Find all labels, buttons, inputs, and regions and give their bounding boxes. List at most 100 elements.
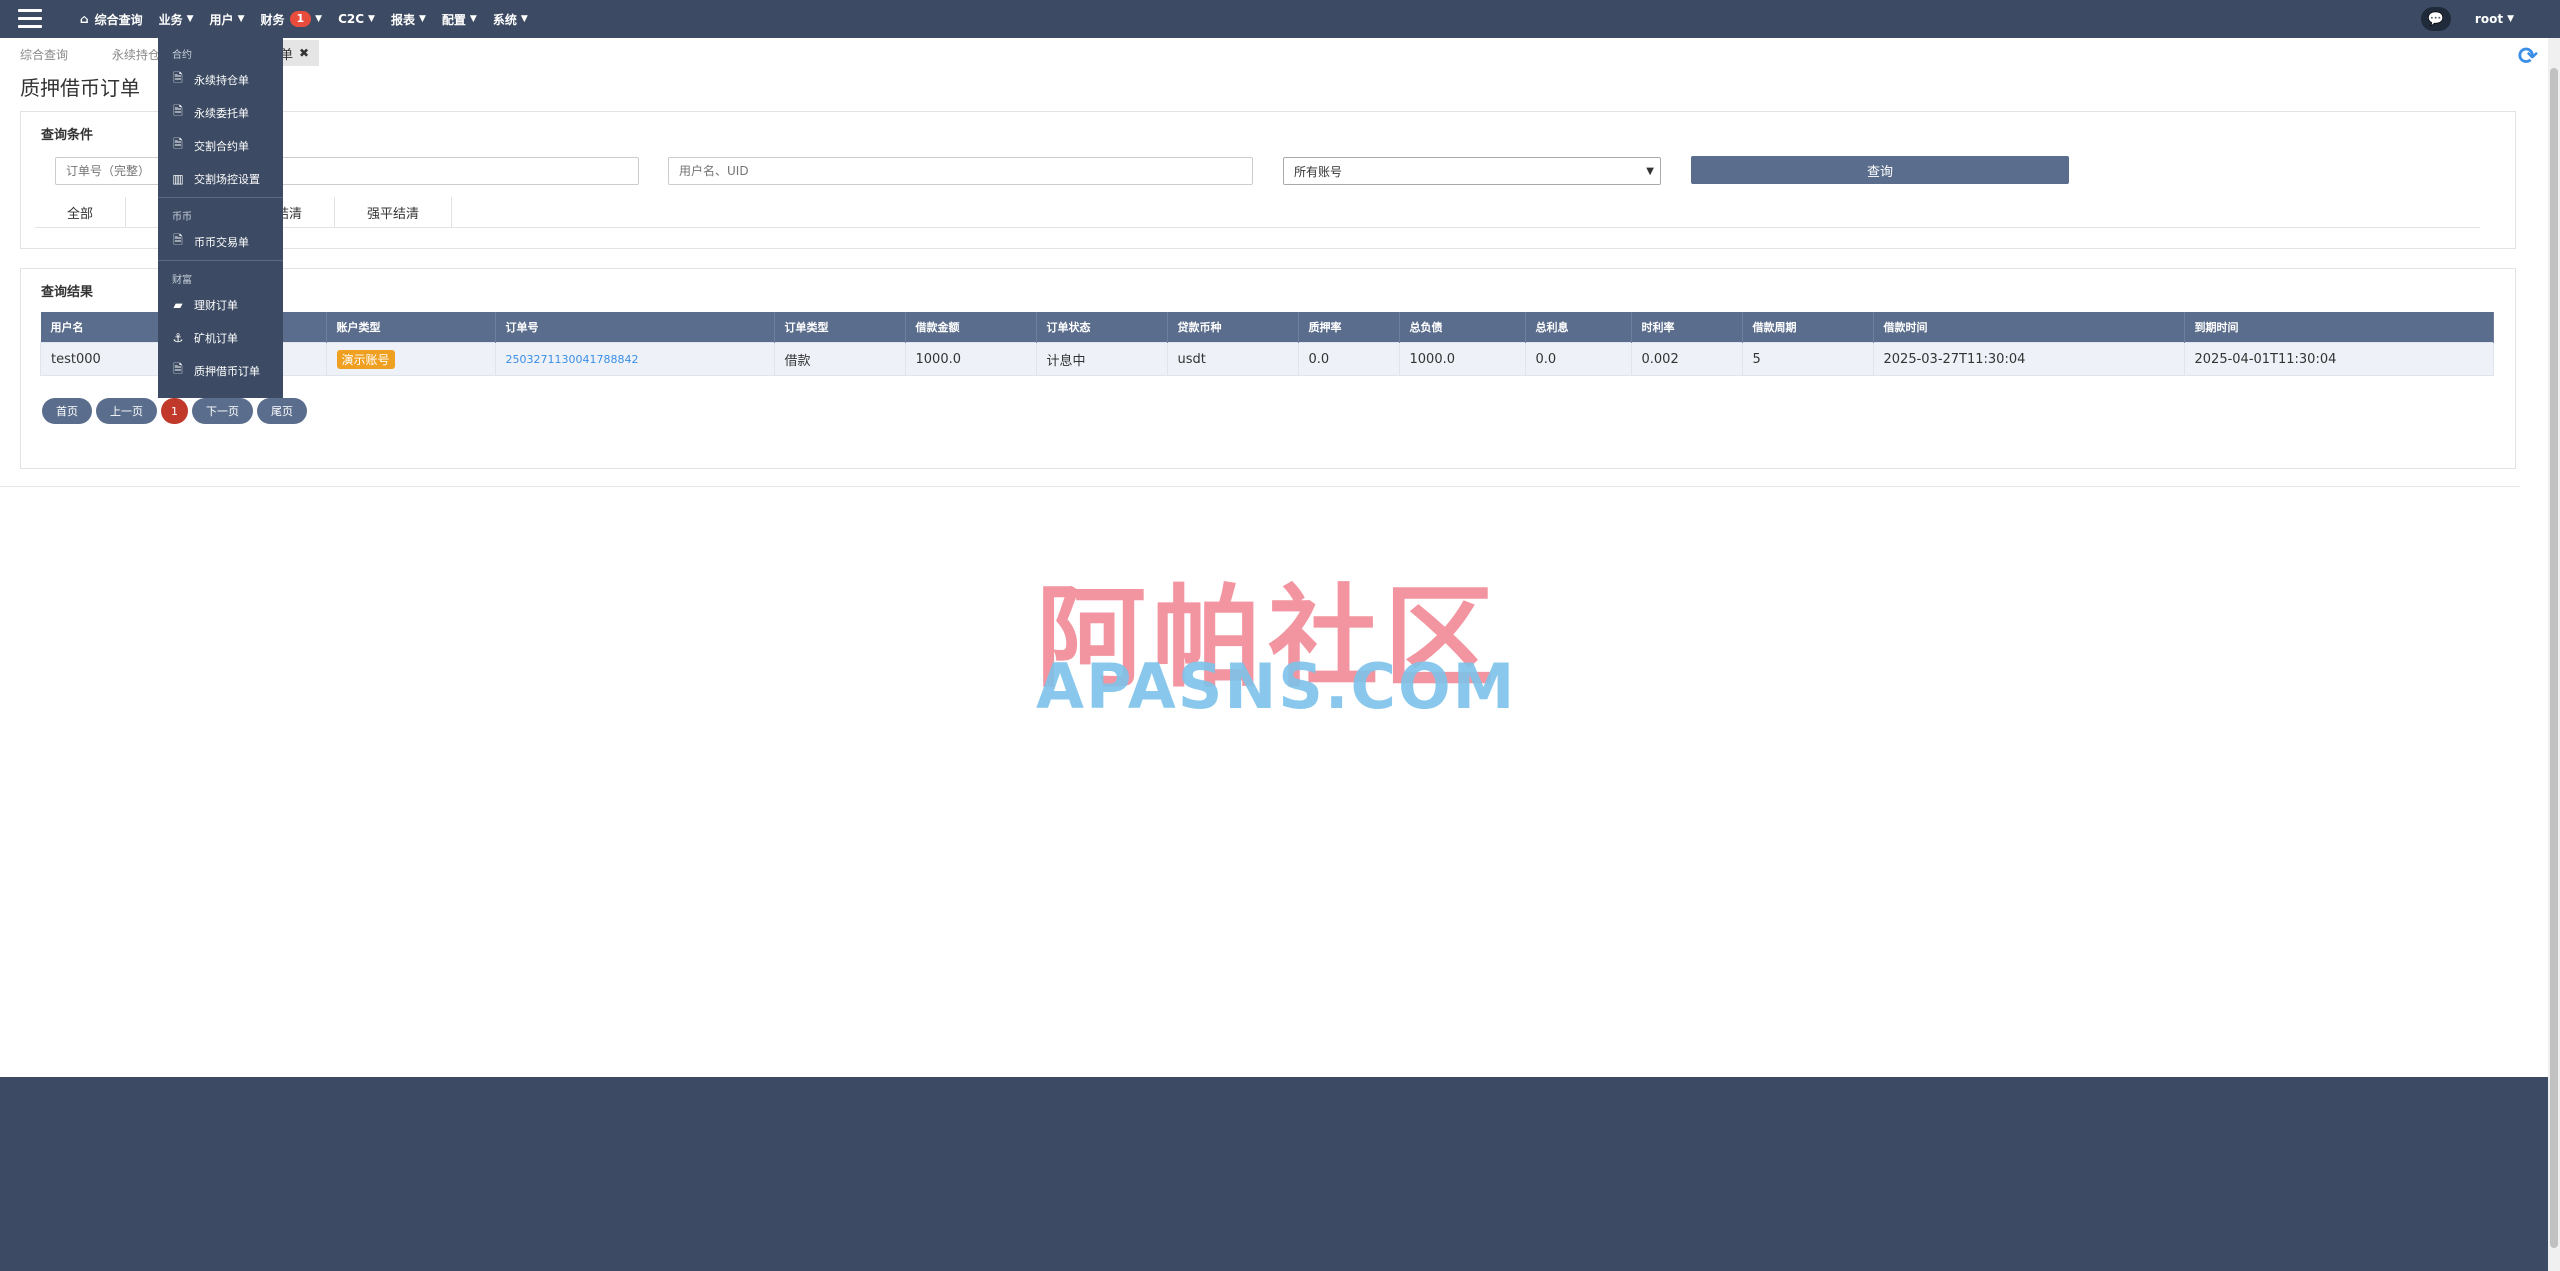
- account-select[interactable]: 所有账号 ▼: [1283, 157, 1661, 185]
- top-navbar: ⌂ 综合查询 业务 ▼ 用户 ▼ 财务 1 ▼ C2C ▼ 报表 ▼ 配置 ▼ 系统 ▼ 💬…: [0, 0, 2560, 38]
- vertical-scrollbar[interactable]: [2548, 38, 2560, 1271]
- cell-currency: usdt: [1166, 342, 1299, 376]
- caret-down-icon: ▼: [469, 14, 477, 24]
- page-title: 质押借币订单: [20, 76, 140, 100]
- document-icon: 🗎: [173, 71, 183, 85]
- menu-item-delivery-control[interactable]: ▥ 交割场控设置: [158, 162, 283, 195]
- document-icon: 🗎: [173, 137, 183, 151]
- refresh-icon[interactable]: ⟳: [2518, 42, 2538, 70]
- col-header: 借款时间: [1873, 312, 2185, 343]
- nav-label: 财务: [260, 12, 285, 27]
- menu-item-spot-orders[interactable]: 🗎 币币交易单: [158, 225, 283, 258]
- nav-label: 报表: [390, 12, 415, 27]
- menu-group-title: 合约: [172, 50, 192, 61]
- scrollbar-thumb[interactable]: [2550, 68, 2558, 1248]
- nav-right: 💬 root ▼: [2420, 0, 2530, 38]
- nav-finance[interactable]: 财务 1 ▼: [260, 11, 322, 28]
- menu-item-perpetual-orders[interactable]: 🗎 永续委托单: [158, 96, 283, 129]
- caret-down-icon: ▼: [418, 14, 426, 24]
- document-icon: 🗎: [173, 362, 183, 376]
- nav-label: 综合查询: [94, 12, 143, 27]
- nav-home[interactable]: ⌂ 综合查询: [80, 11, 143, 28]
- table-icon: ▥: [172, 171, 184, 186]
- filter-tab-liquidated[interactable]: 强平结清: [335, 197, 453, 227]
- menu-toggle-icon[interactable]: [18, 9, 42, 29]
- col-header: 时利率: [1631, 312, 1743, 343]
- document-icon: 🗎: [173, 233, 183, 247]
- demo-account-badge: 演示账号: [336, 349, 395, 369]
- menu-group-title: 币币: [172, 212, 192, 223]
- menu-item-label: 交割场控设置: [194, 172, 260, 186]
- watermark-en: APASNS.COM: [1036, 650, 1517, 723]
- notification-badge: 1: [289, 11, 312, 27]
- menu-divider: [158, 197, 283, 198]
- menu-divider: [158, 260, 283, 261]
- menu-item-label: 矿机订单: [194, 331, 238, 345]
- divider: [0, 486, 2520, 487]
- nav-users[interactable]: 用户 ▼: [210, 11, 245, 28]
- chevron-down-icon: ▼: [1646, 165, 1654, 177]
- result-panel-title: 查询结果: [41, 285, 94, 300]
- nav-label: 用户: [209, 12, 234, 27]
- close-icon[interactable]: ✖: [299, 46, 309, 60]
- nav-reports[interactable]: 报表 ▼: [391, 11, 426, 28]
- result-table: 用户名 账户类型 订单号 订单类型 借款金额 订单状态 贷款币种 质押率 总负债…: [40, 312, 2494, 376]
- next-page-button[interactable]: 下一页: [192, 398, 253, 424]
- col-header: 贷款币种: [1167, 312, 1299, 343]
- first-page-button[interactable]: 首页: [42, 398, 92, 424]
- menu-item-label: 币币交易单: [194, 235, 249, 249]
- caret-down-icon: ▼: [368, 14, 375, 24]
- menu-item-pledge-loan-orders[interactable]: 🗎 质押借币订单: [158, 354, 283, 387]
- cell-order-no[interactable]: 2503271130041788842: [494, 342, 775, 376]
- user-search-input[interactable]: [668, 157, 1253, 185]
- last-page-button[interactable]: 尾页: [257, 398, 307, 424]
- order-link[interactable]: 2503271130041788842: [506, 353, 639, 366]
- breadcrumb-item[interactable]: 综合查询: [20, 48, 68, 62]
- col-header: 借款金额: [905, 312, 1037, 343]
- caret-down-icon: ▼: [237, 14, 245, 24]
- cell-pledge-rate: 0.0: [1297, 342, 1400, 376]
- caret-down-icon: ▼: [2507, 14, 2514, 24]
- status-filter-tabs: 全部 还结清 强平结清: [35, 197, 2480, 228]
- prev-page-button[interactable]: 上一页: [96, 398, 157, 424]
- nav-system[interactable]: 系统 ▼: [493, 11, 528, 28]
- col-header: 总负债: [1399, 312, 1526, 343]
- breadcrumb-item[interactable]: 永续持仓: [112, 48, 160, 62]
- nav-c2c[interactable]: C2C ▼: [338, 12, 375, 26]
- cell-period: 5: [1741, 342, 1874, 376]
- home-icon: ⌂: [80, 12, 89, 26]
- menu-item-wealth-orders[interactable]: ▰ 理财订单: [158, 288, 283, 321]
- cell-due-time: 2025-04-01T11:30:04: [2183, 342, 2494, 376]
- query-button[interactable]: 查询: [1691, 156, 2069, 184]
- cell-borrow-time: 2025-03-27T11:30:04: [1872, 342, 2185, 376]
- filter-tab-all[interactable]: 全部: [35, 197, 127, 227]
- nav-config[interactable]: 配置 ▼: [442, 11, 477, 28]
- cell-account-type: 演示账号: [325, 342, 496, 376]
- anchor-icon: ⚓: [172, 330, 184, 345]
- menu-item-perpetual-positions[interactable]: 🗎 永续持仓单: [158, 63, 283, 96]
- folder-icon: ▰: [173, 297, 183, 312]
- document-icon: 🗎: [173, 104, 183, 118]
- menu-item-delivery-contracts[interactable]: 🗎 交割合约单: [158, 129, 283, 162]
- order-number-input[interactable]: [55, 157, 639, 185]
- menu-item-label: 质押借币订单: [194, 364, 260, 378]
- col-header: 总利息: [1525, 312, 1632, 343]
- main-nav: ⌂ 综合查询 业务 ▼ 用户 ▼ 财务 1 ▼ C2C ▼ 报表 ▼ 配置 ▼ 系统 ▼: [80, 0, 544, 38]
- menu-item-miner-orders[interactable]: ⚓ 矿机订单: [158, 321, 283, 354]
- nav-label: 系统: [492, 12, 517, 27]
- cell-amount: 1000.0: [904, 342, 1037, 376]
- cell-order-type: 借款: [773, 342, 906, 376]
- nav-label: 业务: [158, 12, 183, 27]
- chat-icon[interactable]: 💬: [2420, 7, 2451, 31]
- user-menu[interactable]: root ▼: [2475, 12, 2514, 26]
- nav-label: C2C: [338, 12, 365, 26]
- menu-item-label: 交割合约单: [194, 139, 249, 153]
- col-header: 订单类型: [774, 312, 906, 343]
- pagination: 首页 上一页 1 下一页 尾页: [42, 398, 311, 424]
- current-page-button[interactable]: 1: [161, 398, 188, 424]
- col-header: 订单号: [495, 312, 775, 343]
- cell-total-debt: 1000.0: [1398, 342, 1526, 376]
- menu-group-title: 财富: [172, 275, 192, 286]
- nav-business[interactable]: 业务 ▼: [159, 11, 194, 28]
- cell-status: 计息中: [1035, 342, 1168, 376]
